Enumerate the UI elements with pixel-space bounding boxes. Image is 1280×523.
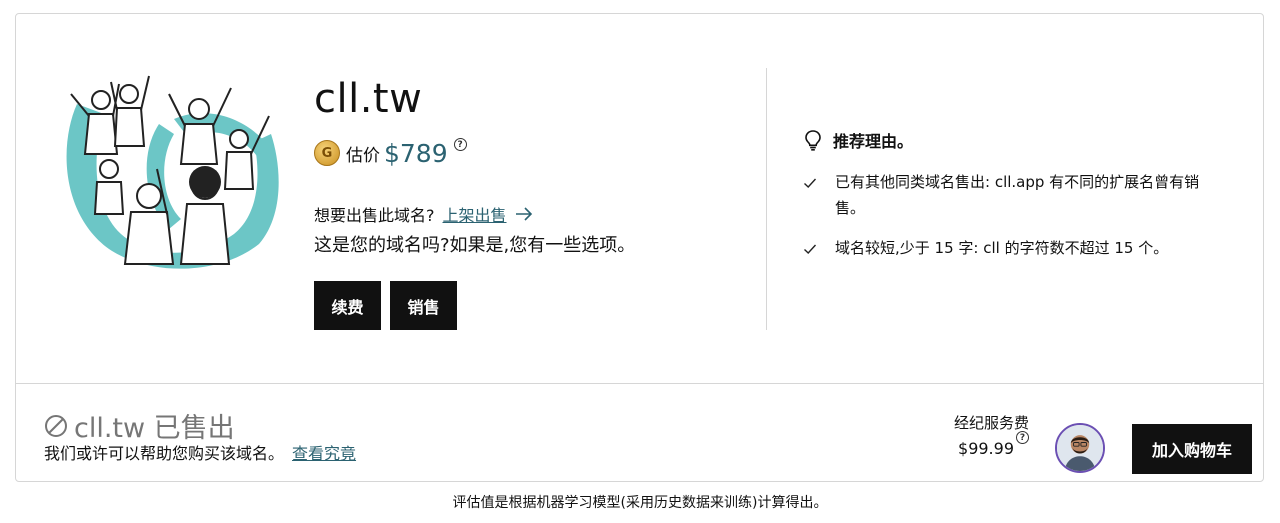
valuation-label: 估价 — [346, 145, 380, 166]
valuation-row: G 估价 $789 ? — [314, 138, 467, 168]
reason-item: 域名较短,少于 15 字: cll 的字符数不超过 15 个。 — [803, 235, 1223, 261]
reason-text: 域名较短,少于 15 字: cll 的字符数不超过 15 个。 — [835, 239, 1169, 257]
arrow-right-icon[interactable] — [515, 207, 533, 221]
sell-prompt-row: 想要出售此域名? 上架出售 — [314, 202, 533, 226]
domain-card: cll.tw G 估价 $789 ? 想要出售此域名? 上架出售 这是您的域名吗… — [15, 13, 1264, 482]
sell-button[interactable]: 销售 — [390, 281, 457, 330]
reasons-heading: 推荐理由。 — [803, 128, 913, 152]
valuation-disclaimer: 评估值是根据机器学习模型(采用历史数据来训练)计算得出。 — [452, 495, 828, 511]
info-icon[interactable]: ? — [1016, 431, 1029, 444]
domain-name-heading: cll.tw — [314, 76, 423, 122]
sold-subtitle-row: 我们或许可以帮助您购买该域名。 查看究竟 — [44, 440, 356, 464]
crowd-illustration — [66, 75, 279, 269]
owner-question: 这是您的域名吗?如果是,您有一些选项。 — [314, 235, 636, 256]
sell-prompt-text: 想要出售此域名? — [314, 206, 435, 225]
valuation-amount: $789 — [384, 138, 448, 168]
broker-fee-price: $99.99 — [958, 439, 1014, 458]
broker-fee-price-row: $99.99 ? — [954, 431, 1029, 458]
info-icon[interactable]: ? — [453, 138, 467, 151]
add-to-cart-button[interactable]: 加入购物车 — [1132, 424, 1252, 474]
horizontal-divider — [16, 383, 1263, 384]
reasons-title-text: 推荐理由。 — [833, 132, 914, 151]
sold-subtitle-text: 我们或许可以帮助您购买该域名。 — [44, 444, 285, 463]
broker-fee-label: 经纪服务费 — [953, 414, 1029, 432]
list-for-sale-link[interactable]: 上架出售 — [443, 202, 507, 226]
find-out-more-link[interactable]: 查看究竟 — [292, 440, 356, 464]
renew-button[interactable]: 续费 — [314, 281, 381, 330]
reason-text: 已有其他同类域名售出: cll.app 有不同的扩展名曾有销售。 — [835, 173, 1200, 217]
lightbulb-icon — [805, 130, 821, 151]
ban-icon — [45, 414, 67, 437]
person-avatar-icon — [1057, 425, 1103, 471]
check-icon — [804, 244, 817, 254]
broker-avatar — [1055, 423, 1105, 473]
gold-coin-icon: G — [314, 140, 340, 166]
vertical-divider — [766, 68, 767, 330]
reason-item: 已有其他同类域名售出: cll.app 有不同的扩展名曾有销售。 — [803, 169, 1223, 221]
domain-details-section: cll.tw G 估价 $789 ? 想要出售此域名? 上架出售 这是您的域名吗… — [16, 14, 1263, 384]
check-icon — [804, 178, 817, 188]
broker-fee: 经纪服务费 $99.99 ? — [954, 412, 1029, 458]
